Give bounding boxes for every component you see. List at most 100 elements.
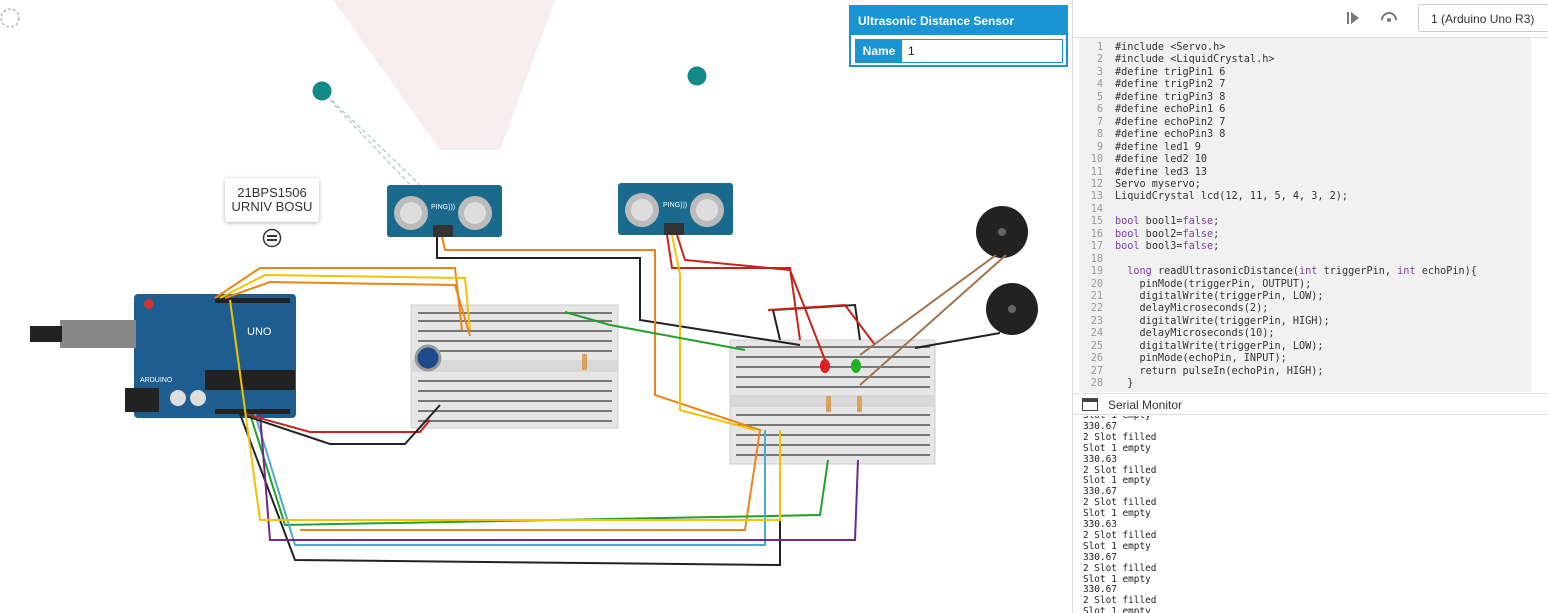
- serial-line: 330.63: [1083, 519, 1117, 530]
- line-number: 21: [1090, 291, 1103, 302]
- serial-line: 2 Slot filled: [1083, 562, 1157, 574]
- code-line[interactable]: delayMicroseconds(10);: [1115, 328, 1275, 339]
- note-line-2: URNIV BOSU: [231, 199, 313, 214]
- code-line[interactable]: #define led3 13: [1115, 167, 1207, 178]
- note-line-1: 21BPS1506: [237, 185, 307, 200]
- line-number: 22: [1090, 303, 1103, 315]
- serial-line: 330.67: [1083, 551, 1117, 563]
- code-line[interactable]: digitalWrite(triggerPin, HIGH);: [1115, 316, 1330, 327]
- debugger-icon[interactable]: [1379, 9, 1399, 27]
- ultrasonic-sensor-2[interactable]: [618, 183, 733, 235]
- inspector-title: Ultrasonic Distance Sensor: [851, 7, 1066, 35]
- ultrasonic-sensor-1[interactable]: [387, 185, 502, 237]
- code-line[interactable]: pinMode(triggerPin, OUTPUT);: [1115, 279, 1312, 290]
- code-line[interactable]: #define trigPin2 7: [1115, 79, 1225, 90]
- line-number: 7: [1096, 116, 1103, 128]
- line-number: 3: [1096, 66, 1103, 78]
- component-inspector: Ultrasonic Distance Sensor Name 1: [849, 5, 1068, 67]
- code-line[interactable]: #define trigPin3 8: [1115, 92, 1225, 103]
- serial-line: 2 Slot filled: [1083, 497, 1157, 509]
- line-number: 11: [1090, 166, 1103, 178]
- line-number: 25: [1090, 340, 1103, 352]
- code-line[interactable]: #include <LiquidCrystal.h>: [1115, 54, 1274, 65]
- serial-line: 330.63: [1083, 453, 1117, 465]
- sensor-link-line: [321, 90, 421, 186]
- serial-monitor-icon: [1082, 398, 1098, 411]
- code-line[interactable]: #define trigPin1 6: [1115, 67, 1225, 78]
- distance-target-handle[interactable]: [312, 81, 332, 101]
- code-line[interactable]: #define echoPin1 6: [1115, 104, 1225, 115]
- serial-line: 2 Slot filled: [1083, 464, 1157, 476]
- code-line[interactable]: #define led2 10: [1115, 154, 1207, 165]
- resistor[interactable]: [826, 396, 831, 412]
- code-editor[interactable]: 1 #include <Servo.h> 2 #include <LiquidCrys…: [1079, 38, 1531, 392]
- serial-line: 330.67: [1083, 420, 1117, 432]
- code-line[interactable]: #define echoPin2 7: [1115, 117, 1225, 128]
- serial-monitor-title: Serial Monitor: [1108, 398, 1183, 412]
- serial-line: 330.67: [1083, 584, 1117, 596]
- sticky-note[interactable]: 21BPS1506 URNIV BOSU: [225, 178, 319, 222]
- line-number: 20: [1090, 278, 1103, 290]
- code-line[interactable]: #define echoPin3 8: [1115, 129, 1225, 140]
- sensor-link-line: [329, 99, 416, 191]
- distance-target-handle[interactable]: [687, 66, 707, 86]
- code-line[interactable]: Servo myservo;: [1115, 179, 1201, 190]
- fit-view-icon[interactable]: [0, 6, 24, 30]
- code-line[interactable]: pinMode(echoPin, INPUT);: [1115, 353, 1287, 364]
- code-line[interactable]: LiquidCrystal lcd(12, 11, 5, 4, 3, 2);: [1115, 191, 1348, 202]
- circuit-canvas[interactable]: UNO ARDUINO PING))) PING))) 21BPS1506 UR…: [0, 0, 1072, 613]
- serial-line: Slot 1 empty: [1083, 606, 1151, 613]
- sensor-beam: [333, 0, 555, 150]
- serial-monitor-output: Slot 1 empty330.672 Slot filledSlot 1 em…: [1073, 416, 1548, 613]
- code-line[interactable]: #define led1 9: [1115, 142, 1201, 153]
- sensor-1-label: PING))): [431, 204, 455, 211]
- green-led[interactable]: [851, 359, 861, 373]
- device-select[interactable]: 1 (Arduino Uno R3): [1418, 4, 1548, 32]
- line-number: 19: [1090, 266, 1103, 278]
- step-icon[interactable]: [1343, 9, 1363, 27]
- code-line[interactable]: bool bool1=false;: [1115, 216, 1219, 227]
- code-panel: 1 (Arduino Uno R3) 1 #include <Servo.h> 2 #…: [1072, 0, 1548, 613]
- line-number: 27: [1090, 365, 1103, 377]
- red-led[interactable]: [820, 359, 830, 373]
- breadboard-large[interactable]: [729, 339, 936, 465]
- serial-line: Slot 1 empty: [1083, 573, 1151, 585]
- code-toolbar: 1 (Arduino Uno R3): [1073, 0, 1548, 38]
- line-number: 28: [1090, 378, 1103, 390]
- serial-monitor-header[interactable]: Serial Monitor: [1073, 393, 1548, 415]
- sensor-2-label: PING))): [663, 202, 687, 209]
- line-number: 8: [1096, 129, 1103, 141]
- buzzer-center: [1008, 305, 1016, 313]
- serial-line: 2 Slot filled: [1083, 529, 1157, 541]
- line-number: 6: [1096, 104, 1103, 116]
- code-line[interactable]: bool bool2=false;: [1115, 229, 1219, 240]
- code-line[interactable]: digitalWrite(triggerPin, LOW);: [1115, 291, 1324, 302]
- resistor[interactable]: [582, 354, 587, 370]
- code-line[interactable]: #include <Servo.h>: [1115, 42, 1225, 53]
- circuit-drawing: UNO ARDUINO PING))) PING))): [30, 0, 1038, 567]
- line-number: 15: [1090, 216, 1103, 228]
- line-number: 14: [1090, 203, 1103, 215]
- line-number: 26: [1090, 353, 1103, 365]
- code-line[interactable]: bool bool3=false;: [1115, 241, 1219, 252]
- code-line[interactable]: delayMicroseconds(2);: [1115, 303, 1269, 314]
- line-number: 10: [1090, 154, 1103, 166]
- line-number: 18: [1090, 253, 1103, 265]
- note-collapse-icon[interactable]: [262, 228, 282, 248]
- code-line[interactable]: }: [1115, 378, 1133, 389]
- line-number: 17: [1090, 241, 1103, 253]
- code-line[interactable]: long readUltrasonicDistance(int triggerP…: [1115, 266, 1477, 277]
- arduino-uno-board[interactable]: [30, 294, 296, 418]
- serial-line: Slot 1 empty: [1083, 540, 1151, 552]
- resistor[interactable]: [857, 396, 862, 412]
- serial-line: Slot 1 empty: [1083, 508, 1151, 520]
- serial-line: 2 Slot filled: [1083, 431, 1157, 443]
- serial-line: Slot 1 empty: [1083, 475, 1151, 487]
- code-line[interactable]: return pulseIn(echoPin, HIGH);: [1115, 366, 1324, 377]
- potentiometer[interactable]: [414, 344, 442, 372]
- name-label: Name: [856, 40, 902, 62]
- line-number: 1: [1096, 42, 1103, 53]
- code-line[interactable]: digitalWrite(triggerPin, LOW);: [1115, 341, 1324, 352]
- name-input[interactable]: 1: [902, 40, 1062, 62]
- serial-line: Slot 1 empty: [1083, 442, 1151, 454]
